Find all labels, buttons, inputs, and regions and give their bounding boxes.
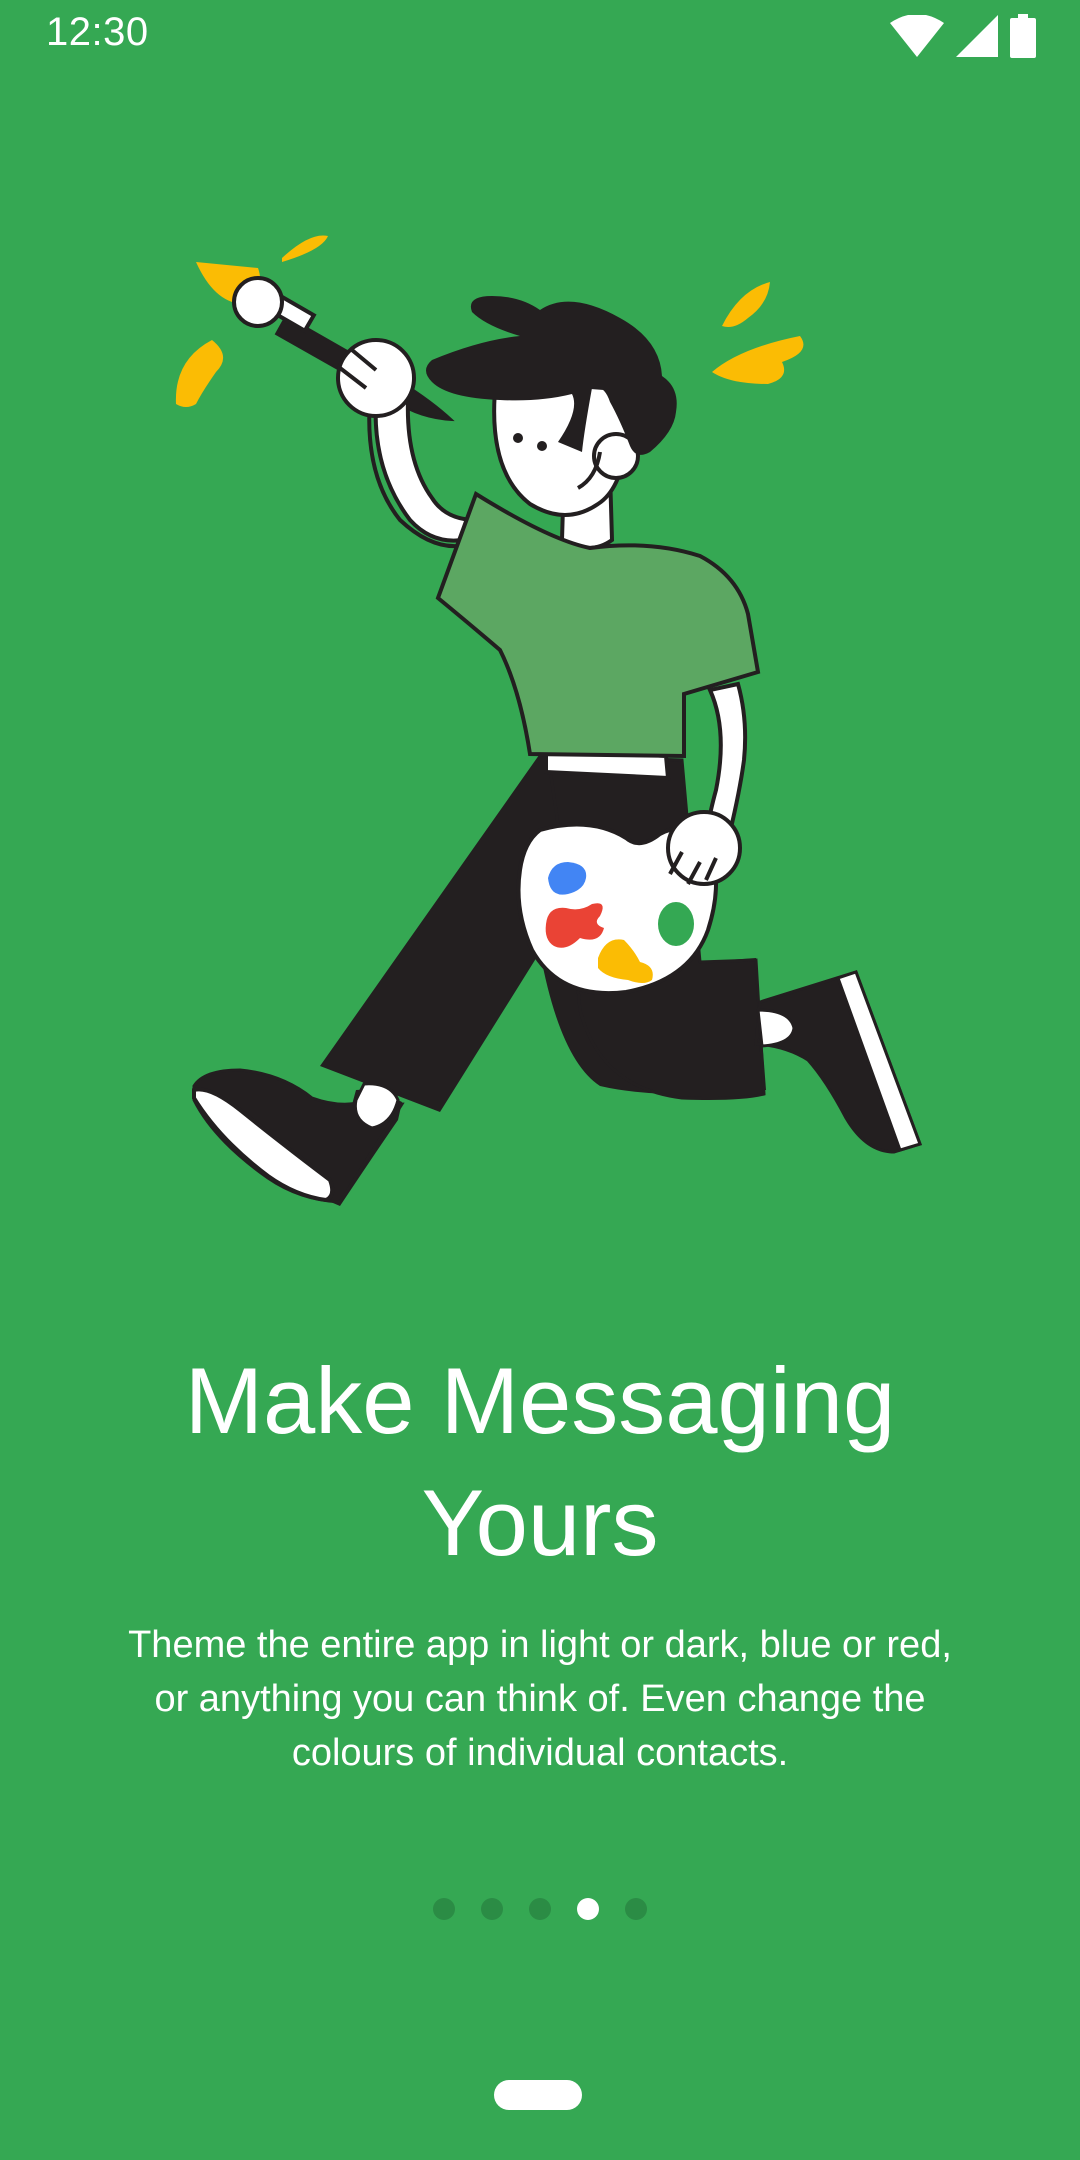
home-gesture-handle[interactable] [494, 2080, 582, 2110]
onboarding-description: Theme the entire app in light or dark, b… [60, 1618, 1020, 1780]
title-line-1: Make Messaging [184, 1348, 896, 1453]
page-indicator [0, 1898, 1080, 1920]
paint-splash-top [282, 235, 328, 262]
raised-hand [336, 338, 416, 418]
page-dot-5[interactable] [625, 1898, 647, 1920]
description-line-2: or anything you can think of. Even chang… [154, 1678, 926, 1720]
paint-splash-left [175, 340, 224, 407]
page-dot-3[interactable] [529, 1898, 551, 1920]
description-line-3: colours of individual contacts. [291, 1732, 789, 1774]
palette-green-blob [658, 902, 694, 946]
description-line-1: Theme the entire app in light or dark, b… [128, 1624, 952, 1666]
palette-hand [666, 810, 742, 886]
paint-splash-right-1 [722, 282, 770, 327]
paint-splash-right-2 [712, 336, 804, 384]
page-dot-2[interactable] [481, 1898, 503, 1920]
painter-illustration [175, 235, 922, 1206]
title-line-2: Yours [421, 1470, 659, 1575]
onboarding-title: Make Messaging Yours [0, 1340, 1080, 1584]
page-dot-4[interactable] [577, 1898, 599, 1920]
page-dot-1[interactable] [433, 1898, 455, 1920]
lower-arm [705, 681, 748, 835]
